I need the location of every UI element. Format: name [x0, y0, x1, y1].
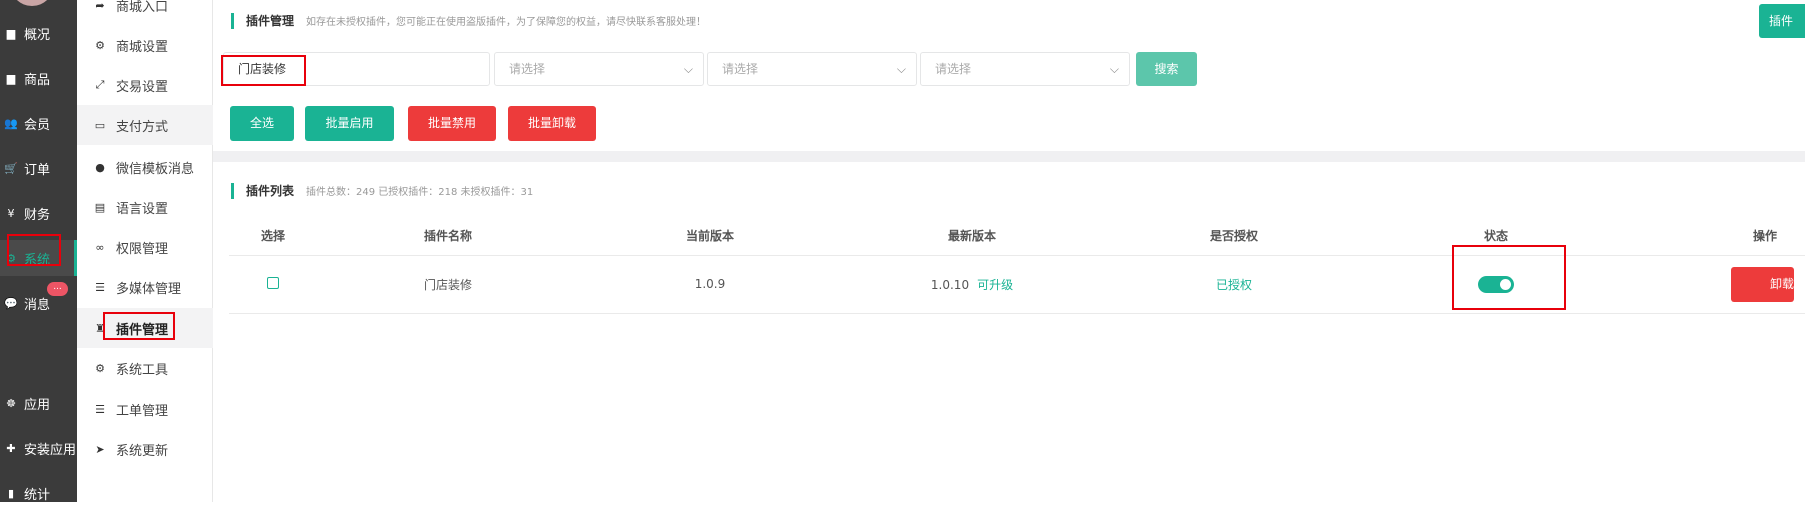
list-summary: 插件总数：249 已授权插件：218 未授权插件：31: [306, 187, 534, 198]
select-all-button[interactable]: 全选: [230, 106, 294, 141]
keyword-value: 门店装修: [238, 62, 287, 76]
entry-icon: ➦: [95, 0, 105, 12]
users-icon: 👥: [4, 116, 18, 130]
sub-nav-plugins[interactable]: ♜ 插件管理: [77, 308, 213, 348]
plugin-install-icon: ✚: [6, 441, 16, 455]
sub-nav-tickets[interactable]: ☰ 工单管理: [77, 389, 213, 429]
sub-nav-language[interactable]: ▤ 语言设置: [77, 187, 213, 227]
nav-item-system[interactable]: ⚙ 系统: [0, 240, 77, 276]
filter-select-3[interactable]: 请选择 ⌵: [920, 52, 1130, 86]
sub-nav-system-update[interactable]: ➤ 系统更新: [77, 429, 213, 469]
filter-select-2[interactable]: 请选择 ⌵: [707, 52, 917, 86]
col-current-version: 当前版本: [579, 217, 841, 256]
trade-icon: ⤢: [95, 78, 105, 91]
send-icon: ➤: [95, 442, 105, 456]
sub-nav-mall-settings[interactable]: ⚙ 商城设置: [77, 25, 213, 65]
message-badge: ...: [47, 282, 68, 296]
col-name: 插件名称: [317, 217, 579, 256]
apps-icon: ☸: [6, 396, 16, 410]
secondary-sidebar: ➦ 商城入口 ⚙ 商城设置 ⤢ 交易设置 ▭ 支付方式 ● 微信模板消息 ▤ 语…: [77, 0, 213, 502]
gear-icon: ⚙: [95, 38, 105, 52]
nav-item-finance[interactable]: ¥ 财务: [0, 195, 77, 231]
current-version: 1.0.9: [579, 255, 841, 314]
authorized-status: 已授权: [1215, 277, 1252, 292]
chevron-down-icon: ⌵: [683, 62, 693, 76]
credit-card-icon: ▭: [94, 118, 106, 132]
section-accent-bar: [231, 12, 234, 29]
main-content: 插件管理 如存在未授权插件，您可能正在使用盗版插件，为了保障您的权益，请尽快联系…: [213, 0, 1805, 502]
col-latest-version: 最新版本: [841, 217, 1103, 256]
upgrade-link[interactable]: 可升级: [977, 278, 1013, 292]
search-button[interactable]: 搜索: [1136, 52, 1197, 86]
table-header-row: 选择 插件名称 当前版本 最新版本 是否授权 状态 操作: [229, 217, 1805, 256]
tools-icon: ⚙: [95, 361, 105, 375]
filter-select-1[interactable]: 请选择 ⌵: [494, 52, 704, 86]
nav-item-install-apps[interactable]: ✚ 安装应用: [0, 430, 77, 466]
sub-nav-system-tools[interactable]: ⚙ 系统工具: [77, 348, 213, 388]
list-icon: ☰: [95, 402, 105, 416]
col-authorized: 是否授权: [1103, 217, 1365, 256]
uninstall-button[interactable]: 卸载: [1731, 266, 1794, 302]
sub-nav-media[interactable]: ☰ 多媒体管理: [77, 267, 213, 307]
batch-uninstall-button[interactable]: 批量卸载: [508, 106, 596, 141]
wechat-icon: ●: [95, 160, 105, 174]
system-icon: ⚙: [6, 251, 16, 265]
dashboard-icon: ▆: [6, 26, 16, 40]
stats-icon: ▮: [7, 486, 15, 500]
top-right-button[interactable]: 插件: [1759, 4, 1805, 38]
avatar[interactable]: [10, 0, 54, 6]
section-accent-bar: [231, 182, 234, 199]
nav-item-goods[interactable]: ▆ 商品: [0, 60, 77, 96]
page-title: 插件管理: [246, 14, 295, 28]
nav-item-orders[interactable]: 🛒 订单: [0, 150, 77, 186]
sub-nav-mall-entry[interactable]: ➦ 商城入口: [77, 0, 213, 25]
col-select: 选择: [229, 217, 317, 256]
toggle-knob: [1500, 278, 1511, 290]
table-row: 门店装修 1.0.9 1.0.10 可升级 已授权 卸载: [229, 255, 1805, 314]
chevron-down-icon: ⌵: [1109, 62, 1119, 76]
nav-item-apps[interactable]: ☸ 应用: [0, 385, 77, 421]
batch-disable-button[interactable]: 批量禁用: [408, 106, 496, 141]
plugin-management-header: 插件管理 如存在未授权插件，您可能正在使用盗版插件，为了保障您的权益，请尽快联系…: [231, 12, 706, 29]
nav-item-statistics[interactable]: ▮ 统计: [0, 475, 77, 511]
nav-item-overview[interactable]: ▆ 概况: [0, 15, 77, 51]
section-divider: [213, 151, 1805, 162]
latest-version: 1.0.10: [930, 277, 970, 292]
sub-nav-payment[interactable]: ▭ 支付方式: [77, 105, 213, 145]
col-status: 状态: [1365, 217, 1627, 256]
plugin-list-header: 插件列表 插件总数：249 已授权插件：218 未授权插件：31: [231, 182, 533, 199]
chevron-down-icon: ⌵: [896, 62, 906, 76]
plugin-icon: ♜: [95, 321, 105, 335]
message-icon: 💬: [4, 296, 18, 310]
license-notice: 如存在未授权插件，您可能正在使用盗版插件，为了保障您的权益，请尽快联系客服处理！: [306, 17, 707, 28]
language-icon: ▤: [94, 200, 106, 214]
sub-nav-permissions[interactable]: ∞ 权限管理: [77, 227, 213, 267]
row-checkbox[interactable]: [267, 276, 279, 289]
goods-icon: ▆: [6, 71, 16, 85]
permission-icon: ∞: [95, 240, 105, 254]
col-actions: 操作: [1627, 217, 1805, 256]
list-title: 插件列表: [246, 184, 295, 198]
batch-enable-button[interactable]: 批量启用: [305, 106, 394, 141]
plugin-table: 选择 插件名称 当前版本 最新版本 是否授权 状态 操作 门店装修 1.0.9 …: [229, 217, 1805, 314]
latest-version-cell: 1.0.10 可升级: [841, 255, 1103, 314]
plugin-name: 门店装修: [317, 255, 579, 314]
nav-item-members[interactable]: 👥 会员: [0, 105, 77, 141]
cart-icon: 🛒: [4, 161, 18, 175]
primary-sidebar: ▆ 概况 ▆ 商品 👥 会员 🛒 订单 ¥ 财务 ⚙ 系统 💬 消息 ... ☸…: [0, 0, 77, 503]
list-icon: ☰: [95, 280, 105, 294]
keyword-input[interactable]: 门店装修: [223, 52, 490, 86]
yen-icon: ¥: [7, 206, 15, 220]
status-toggle[interactable]: [1478, 275, 1514, 293]
sub-nav-trade-settings[interactable]: ⤢ 交易设置: [77, 65, 213, 105]
sub-nav-wechat-template[interactable]: ● 微信模板消息: [77, 147, 213, 187]
